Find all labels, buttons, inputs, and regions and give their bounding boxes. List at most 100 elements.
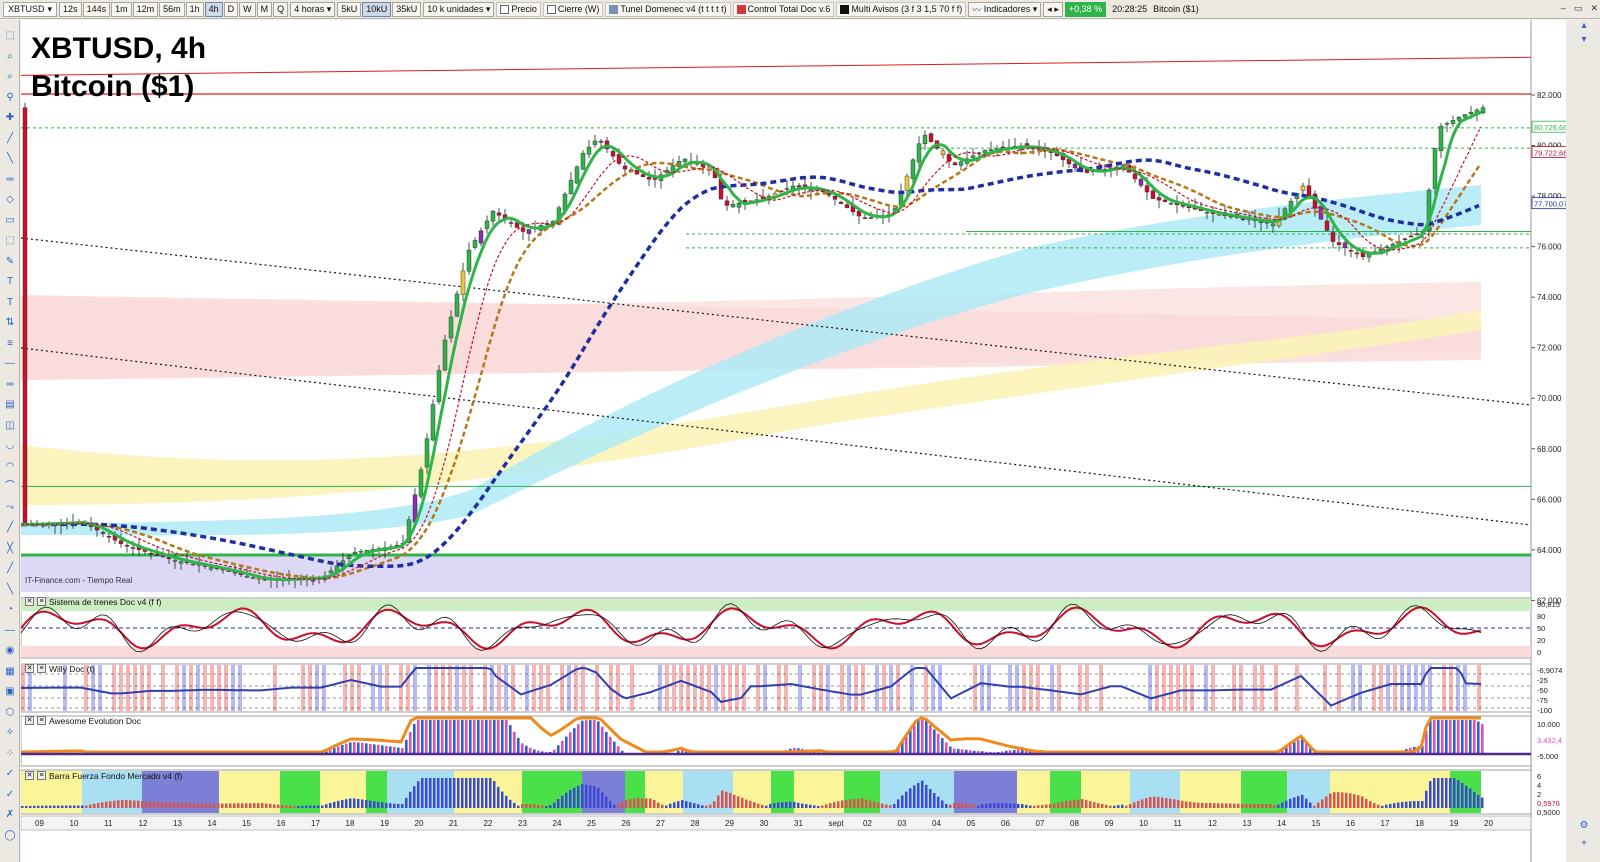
drawing-tool-icon[interactable]: ⁘ (4, 748, 16, 760)
drawing-tool-icon[interactable]: ◠ (4, 461, 16, 473)
timeframe-button-m[interactable]: M (256, 1, 273, 17)
awesome-bar (381, 745, 384, 754)
candle-body (1468, 111, 1474, 115)
drawing-tool-icon[interactable]: ⬚ (4, 235, 16, 247)
close-pane-icon[interactable]: ✕ (25, 771, 34, 780)
period-selector[interactable]: 4 horas ▾ (290, 1, 336, 17)
drawing-tool-icon[interactable]: ◔ (4, 604, 16, 616)
willy-bar (735, 665, 739, 711)
barra-bar (49, 805, 52, 808)
barra-bar (201, 803, 204, 808)
drawing-tool-icon[interactable]: ═ (4, 174, 16, 186)
unit-button-10ku[interactable]: 10kU (362, 1, 392, 17)
drawing-tool-icon[interactable]: T (4, 276, 16, 288)
timeframe-button-12s[interactable]: 12s (59, 1, 82, 17)
drawing-tool-icon[interactable]: ✚ (4, 112, 16, 124)
candle-body (496, 212, 502, 216)
close-pane-icon[interactable]: ✕ (25, 664, 34, 673)
barra-bar (1157, 797, 1160, 808)
drawing-tool-icon[interactable]: ╲ (4, 153, 16, 165)
barra-bar (749, 800, 752, 808)
drawing-tool-icon[interactable]: — (4, 625, 16, 637)
pane-menu-icon[interactable]: ≡ (37, 771, 46, 780)
checkbox-tunel[interactable]: Tunel Domenec v4 (t t t t t) (605, 1, 731, 17)
barra-bar (197, 803, 200, 808)
barra-bar (633, 798, 636, 808)
checkbox-precio[interactable]: Precio (496, 1, 541, 17)
timeframe-button-12m[interactable]: 12m (132, 1, 159, 17)
chart-canvas[interactable]: 82.00080.00078.00076.00074.00072.00070.0… (20, 20, 1569, 862)
price-tick-label: 76.000 (1537, 243, 1562, 252)
drawing-tool-icon[interactable]: ⤳ (4, 502, 16, 514)
drawing-tool-icon[interactable]: ◫ (4, 420, 16, 432)
zoom-in-icon[interactable]: + (1578, 838, 1590, 850)
chart-area[interactable]: 82.000 80.000 78.000 76.000 74.000 72.000 70.0… (20, 20, 1569, 862)
drawing-tool-icon[interactable]: — (4, 358, 16, 370)
drawing-tool-icon[interactable]: ◇ (4, 194, 16, 206)
timeframe-button-1m[interactable]: 1m (111, 1, 132, 17)
drawing-tool-icon[interactable]: ✓ (4, 768, 16, 780)
drawing-tool-icon[interactable]: ⌕ (4, 71, 16, 83)
checkbox-multi-avisos[interactable]: Multi Avisos (3 f 3 1,5 70 f f) (836, 1, 967, 17)
drawing-tool-icon[interactable]: ⇅ (4, 317, 16, 329)
timeframe-button-56m[interactable]: 56m (159, 1, 185, 17)
candle-body (124, 544, 130, 547)
drawing-tool-icon[interactable]: ✎ (4, 256, 16, 268)
drawing-tool-icon[interactable]: ⌕ (4, 51, 16, 63)
drawing-tool-icon[interactable]: ▤ (4, 399, 16, 411)
symbol-selector[interactable]: XBTUSD ▾ (3, 1, 58, 17)
scale-settings-icon[interactable]: ⚙ (1578, 820, 1590, 832)
unit-count-selector[interactable]: 10 k unidades ▾ (423, 1, 495, 17)
close-icon[interactable]: ✕ (1590, 3, 1598, 14)
drawing-tool-icon[interactable]: T (4, 297, 16, 309)
checkbox-cierre[interactable]: Cierre (W) (542, 1, 604, 17)
drawing-tool-icon[interactable]: ⚲ (4, 92, 16, 104)
timeframe-button-q[interactable]: Q (273, 1, 289, 17)
drawing-tool-icon[interactable]: ╱ (4, 522, 16, 534)
drawing-tool-icon[interactable]: ◡ (4, 440, 16, 452)
barra-bar (905, 791, 908, 808)
drawing-tool-icon[interactable]: ╱ (4, 133, 16, 145)
timeframe-button-1h[interactable]: 1h (185, 1, 204, 17)
drawing-tool-icon[interactable]: ✓ (4, 789, 16, 801)
drawing-tool-icon[interactable]: ⬚ (4, 30, 16, 42)
barra-bar (393, 803, 396, 808)
drawing-tool-icon[interactable]: ▣ (4, 686, 16, 698)
restore-icon[interactable]: ▭ (1574, 3, 1583, 14)
drawing-tool-icon[interactable]: ✗ (4, 809, 16, 821)
timeframe-button-4h[interactable]: 4h (204, 1, 223, 17)
drawing-tool-icon[interactable]: ⌒ (4, 481, 16, 493)
close-pane-icon[interactable]: ✕ (25, 597, 34, 606)
date-tick-label: 03 (898, 819, 907, 828)
scroll-up-icon[interactable]: ▴ (1578, 20, 1590, 32)
indicators-button[interactable]: 〰 Indicadores ▾ (968, 1, 1042, 17)
drawing-tool-icon[interactable]: ═ (4, 379, 16, 391)
drawing-tool-icon[interactable]: ✧ (4, 727, 16, 739)
barra-bar (1405, 801, 1408, 808)
pane-menu-icon[interactable]: ≡ (37, 716, 46, 725)
willy-bar (448, 665, 452, 711)
minimize-icon[interactable]: – (1561, 3, 1566, 14)
drawing-tool-icon[interactable]: ╲ (4, 584, 16, 596)
nav-arrows[interactable]: ◂ ▸ (1043, 1, 1063, 17)
drawing-tool-icon[interactable]: ▭ (4, 215, 16, 227)
unit-button-35ku[interactable]: 35kU (392, 1, 422, 17)
check-label: Control Total Doc v.6 (747, 4, 831, 14)
drawing-tool-icon[interactable]: ◯ (4, 830, 16, 842)
drawing-tool-icon[interactable]: ╳ (4, 543, 16, 555)
unit-button-5ku[interactable]: 5kU (337, 1, 362, 17)
scroll-down-icon[interactable]: ▾ (1578, 34, 1590, 46)
timeframe-button-w[interactable]: W (239, 1, 256, 17)
pane-menu-icon[interactable]: ≡ (37, 664, 46, 673)
checkbox-control-total[interactable]: Control Total Doc v.6 (732, 1, 835, 17)
timeframe-button-144s[interactable]: 144s (82, 1, 111, 17)
close-pane-icon[interactable]: ✕ (25, 716, 34, 725)
drawing-tool-icon[interactable]: ⬡ (4, 707, 16, 719)
drawing-tool-icon[interactable]: ╱ (4, 563, 16, 575)
drawing-tool-icon[interactable]: ≡ (4, 338, 16, 350)
drawing-tool-icon[interactable]: ◉ (4, 645, 16, 657)
pane-menu-icon[interactable]: ≡ (37, 597, 46, 606)
timeframe-button-d[interactable]: D (223, 1, 239, 17)
barra-bar (253, 803, 256, 808)
drawing-tool-icon[interactable]: ▦ (4, 666, 16, 678)
